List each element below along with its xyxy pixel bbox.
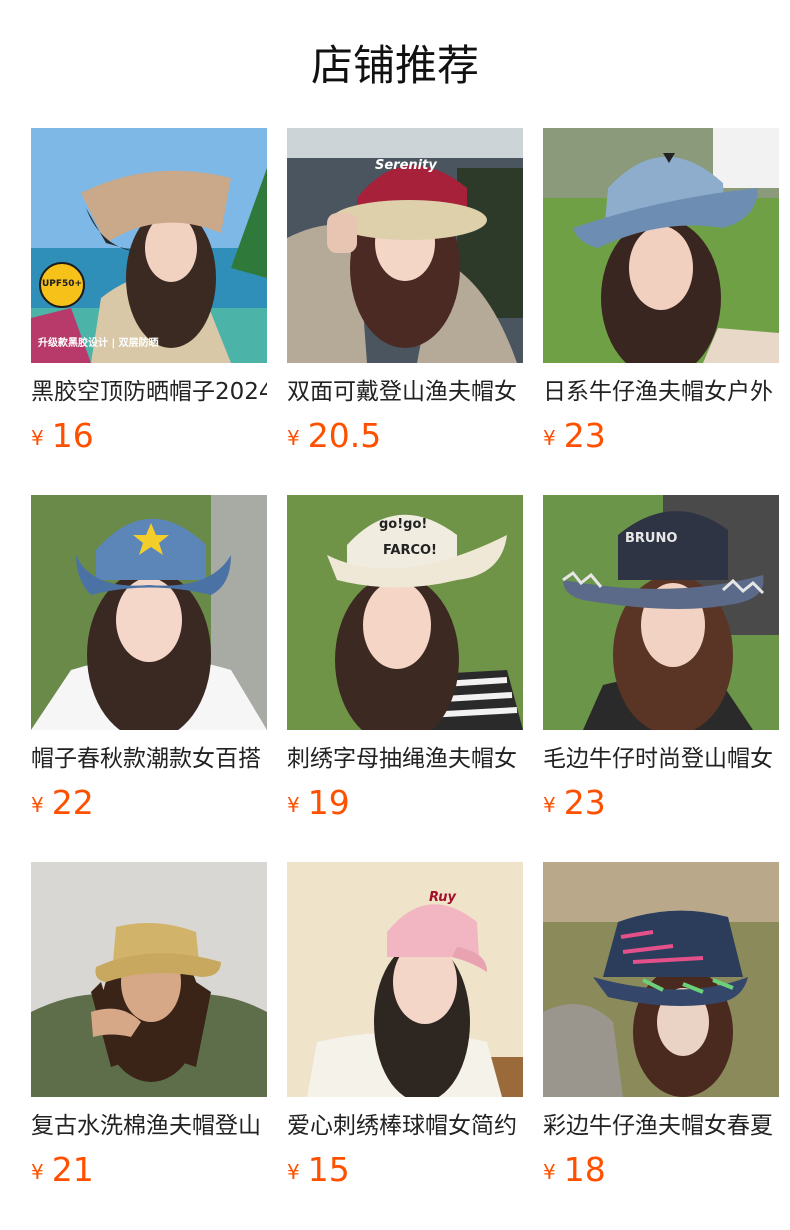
product-image-denim-cowboy-hat[interactable] [543,128,779,363]
currency-symbol: ¥ [543,793,556,817]
product-image-washed-cotton-hat[interactable] [31,862,267,1097]
price-amount: 15 [307,1150,350,1189]
hat-embroidery-text: Ruy [429,890,457,905]
product-name[interactable]: 日系牛仔渔夫帽女户外 [543,376,779,408]
promo-caption: 升级款黑胶设计 | 双层防晒 [38,338,159,349]
product-name[interactable]: 双面可戴登山渔夫帽女 [287,376,523,408]
hat-embroidery-text: BRUNO [625,531,678,546]
price-amount: 18 [563,1150,606,1189]
section-title: 店铺推荐 [310,41,479,90]
store-recommendations-page: 店铺推荐 UPF50+ 升级款黑胶设计 | 双层防晒 黑胶空顶防晒帽子2024 … [0,0,790,1230]
product-card-letter-bucket-hat[interactable]: go!go! FARCO! 刺绣字母抽绳渔夫帽女 ¥19 [287,495,523,822]
product-name[interactable]: 帽子春秋款潮款女百搭 [31,743,267,775]
product-name[interactable]: 刺绣字母抽绳渔夫帽女 [287,743,523,775]
price-amount: 21 [51,1150,94,1189]
hat-embroidery-text: go!go! [379,517,428,532]
product-price: ¥15 [287,1150,350,1190]
product-grid: UPF50+ 升级款黑胶设计 | 双层防晒 黑胶空顶防晒帽子2024 ¥16 S… [31,128,779,1189]
hat-embroidery-text: FARCO! [383,543,437,558]
price-amount: 22 [51,783,94,822]
price-amount: 20.5 [307,416,382,455]
hat-embroidery-text: Serenity [375,158,437,173]
product-image-frayed-denim-hat[interactable]: BRUNO [543,495,779,730]
product-price: ¥18 [543,1150,606,1190]
product-price: ¥23 [543,416,606,456]
product-card-washed-cotton-hat[interactable]: 复古水洗棉渔夫帽登山 ¥21 [31,862,267,1189]
currency-symbol: ¥ [31,1160,44,1184]
product-image-reversible-bucket-hat[interactable]: Serenity [287,128,523,363]
product-name[interactable]: 爱心刺绣棒球帽女简约 [287,1110,523,1142]
currency-symbol: ¥ [287,426,300,450]
product-card-denim-cowboy-hat[interactable]: 日系牛仔渔夫帽女户外 ¥23 [543,128,779,455]
price-amount: 19 [307,783,350,822]
product-image-pink-baseball-cap[interactable]: Ruy [287,862,523,1097]
product-card-pink-baseball-cap[interactable]: Ruy 爱心刺绣棒球帽女简约 ¥15 [287,862,523,1189]
product-card-frayed-denim-hat[interactable]: BRUNO 毛边牛仔时尚登山帽女 ¥23 [543,495,779,822]
product-name[interactable]: 毛边牛仔时尚登山帽女 [543,743,779,775]
product-card-colorful-denim-hat[interactable]: 彩边牛仔渔夫帽女春夏 ¥18 [543,862,779,1189]
product-name[interactable]: 黑胶空顶防晒帽子2024 [31,376,267,408]
product-price: ¥22 [31,783,94,823]
product-card-visor-hat[interactable]: UPF50+ 升级款黑胶设计 | 双层防晒 黑胶空顶防晒帽子2024 ¥16 [31,128,267,455]
product-price: ¥20.5 [287,416,381,456]
product-card-reversible-bucket-hat[interactable]: Serenity 双面可戴登山渔夫帽女 ¥20.5 [287,128,523,455]
product-price: ¥21 [31,1150,94,1190]
currency-symbol: ¥ [31,793,44,817]
currency-symbol: ¥ [287,1160,300,1184]
product-name[interactable]: 复古水洗棉渔夫帽登山 [31,1110,267,1142]
currency-symbol: ¥ [31,426,44,450]
product-image-star-denim-hat[interactable] [31,495,267,730]
currency-symbol: ¥ [543,1160,556,1184]
product-name[interactable]: 彩边牛仔渔夫帽女春夏 [543,1110,779,1142]
price-amount: 16 [51,416,94,455]
product-image-letter-bucket-hat[interactable]: go!go! FARCO! [287,495,523,730]
price-amount: 23 [563,416,606,455]
product-image-visor-hat[interactable]: UPF50+ 升级款黑胶设计 | 双层防晒 [31,128,267,363]
price-amount: 23 [563,783,606,822]
product-card-star-denim-hat[interactable]: 帽子春秋款潮款女百搭 ¥22 [31,495,267,822]
currency-symbol: ¥ [287,793,300,817]
product-price: ¥19 [287,783,350,823]
product-price: ¥16 [31,416,94,456]
product-price: ¥23 [543,783,606,823]
product-image-colorful-denim-hat[interactable] [543,862,779,1097]
upf-badge: UPF50+ [39,262,85,308]
currency-symbol: ¥ [543,426,556,450]
